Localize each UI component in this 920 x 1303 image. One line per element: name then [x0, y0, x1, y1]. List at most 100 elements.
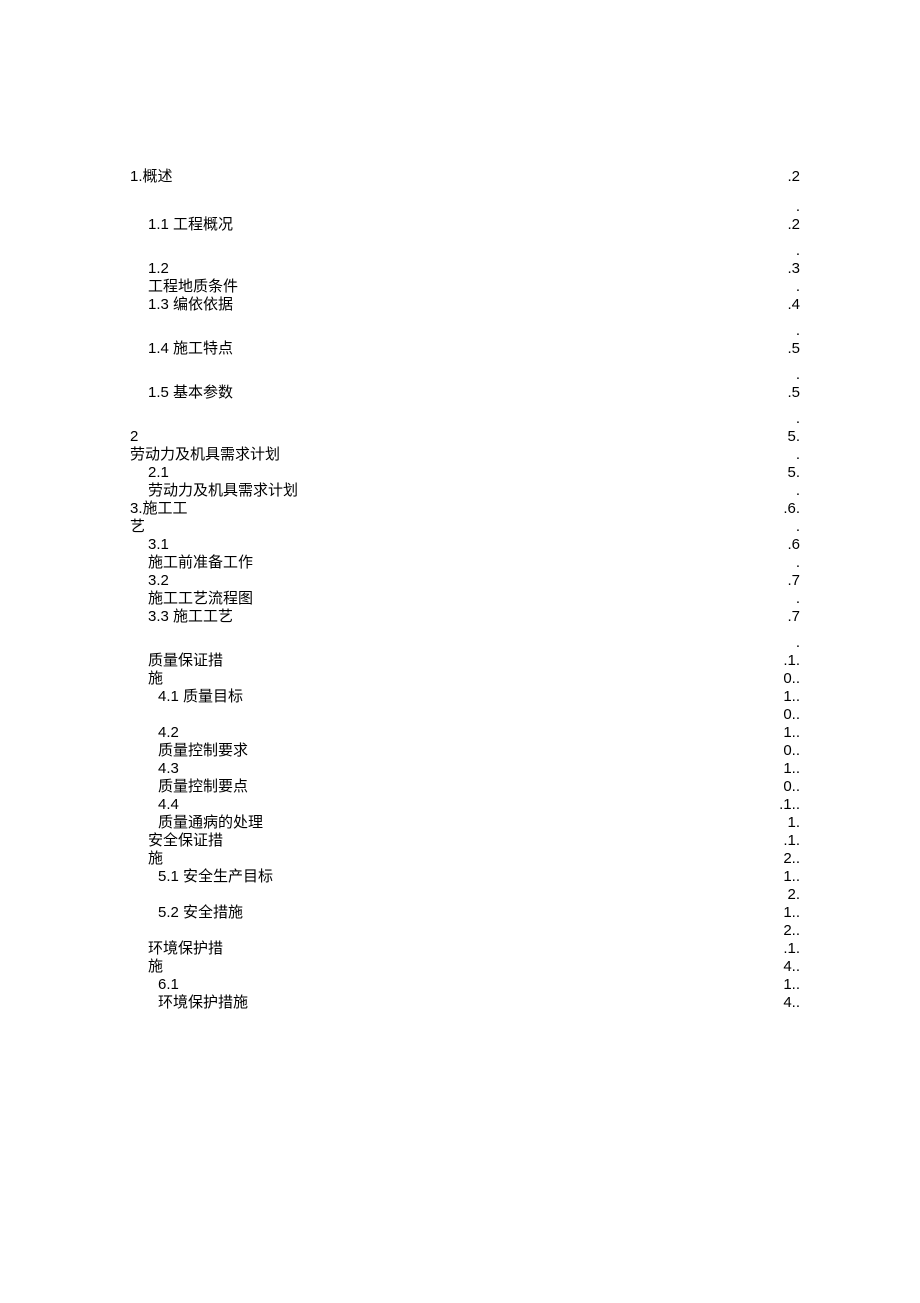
- toc-label: 施工前准备工作: [130, 554, 253, 572]
- toc-page: 4..: [760, 958, 800, 976]
- toc-label: 施: [130, 670, 163, 688]
- toc-label: 艺: [130, 518, 145, 536]
- toc-item-4-4: 4.4 .1..: [130, 796, 800, 814]
- toc-label: 工程地质条件: [130, 278, 238, 296]
- toc-page: 0..: [760, 778, 800, 796]
- toc-label: 1.5 基本参数: [130, 384, 233, 402]
- toc-label: 环境保护措: [130, 940, 223, 958]
- toc-item-1-2: 1.2 .3: [130, 260, 800, 278]
- toc-label: 环境保护措施: [130, 994, 248, 1012]
- toc-label: 劳动力及机具需求计划: [130, 482, 298, 500]
- toc-item-5-1: 5.1 安全生产目标 1..: [130, 868, 800, 886]
- toc-page: .: [760, 590, 800, 608]
- toc-item-5: 安全保证措 .1.: [130, 832, 800, 850]
- toc-label: 质量控制要求: [130, 742, 248, 760]
- toc-item-4-1: 4.1 质量目标 1..: [130, 688, 800, 706]
- toc-label: 2.1: [130, 464, 169, 482]
- toc-label: 3.施工工: [130, 500, 188, 518]
- toc-label: 质量保证措: [130, 652, 223, 670]
- toc-page: .7: [760, 608, 800, 626]
- toc-item-1-4: 1.4 施工特点 .5: [130, 340, 800, 358]
- toc-item-4-1b: 0..: [130, 706, 800, 724]
- toc-page: .: [760, 554, 800, 572]
- toc-page: 1..: [760, 904, 800, 922]
- toc-item-1-3: 1.3 编依依据 .4: [130, 296, 800, 314]
- toc-page: .: [760, 278, 800, 296]
- toc-page: .2: [760, 216, 800, 234]
- toc-item-3-1: 3.1 .6: [130, 536, 800, 554]
- toc-item-3-3: 3.3 施工工艺 .7: [130, 608, 800, 626]
- toc-dot: .: [130, 634, 800, 652]
- toc-page: .: [760, 446, 800, 464]
- toc-dot: .: [130, 410, 800, 428]
- toc-item-1: 1.概述 .2: [130, 168, 800, 186]
- toc-page: .3: [760, 260, 800, 278]
- toc-item-6-1: 6.1 1..: [130, 976, 800, 994]
- toc-item-5-1b: 2.: [130, 886, 800, 904]
- toc-item-2-1: 2.1 5.: [130, 464, 800, 482]
- toc-label: 4.1 质量目标: [130, 688, 243, 706]
- toc-label: 质量通病的处理: [130, 814, 263, 832]
- toc-page: .: [760, 410, 800, 428]
- toc-label: 1.2: [130, 260, 169, 278]
- toc-page: 2..: [760, 850, 800, 868]
- toc-page: 5.: [760, 428, 800, 446]
- toc-item-1-2b: 工程地质条件 .: [130, 278, 800, 296]
- toc-item-4-2b: 质量控制要求 0..: [130, 742, 800, 760]
- toc-item-3-2: 3.2 .7: [130, 572, 800, 590]
- toc-dot: .: [130, 242, 800, 260]
- toc-label: 施: [130, 850, 163, 868]
- toc-label: 2: [130, 428, 138, 446]
- toc-label: 4.2: [130, 724, 179, 742]
- toc-page: 1..: [760, 688, 800, 706]
- toc-dot: .: [130, 366, 800, 384]
- toc-label: 3.1: [130, 536, 169, 554]
- toc-page: 2..: [760, 922, 800, 940]
- toc-item-2b: 劳动力及机具需求计划 .: [130, 446, 800, 464]
- toc-page: .5: [760, 384, 800, 402]
- toc-item-4-4b: 质量通病的处理 1.: [130, 814, 800, 832]
- toc-page: 0..: [760, 742, 800, 760]
- toc-page: 1..: [760, 760, 800, 778]
- toc-page: 1.: [760, 814, 800, 832]
- toc-label: 5.1 安全生产目标: [130, 868, 273, 886]
- toc-label: 6.1: [130, 976, 179, 994]
- toc-item-1-5: 1.5 基本参数 .5: [130, 384, 800, 402]
- toc-item-4-3b: 质量控制要点 0..: [130, 778, 800, 796]
- toc-page: 2.: [760, 886, 800, 904]
- toc-page: .1.: [760, 652, 800, 670]
- toc-dot: .: [130, 198, 800, 216]
- toc-label: 质量控制要点: [130, 778, 248, 796]
- toc-item-3-2b: 施工工艺流程图 .: [130, 590, 800, 608]
- toc-page: .: [760, 322, 800, 340]
- toc-page: 5.: [760, 464, 800, 482]
- toc-container: 1.概述 .2 . 1.1 工程概况 .2 . 1.2 .3 工程地质条件 . …: [130, 168, 800, 1012]
- toc-label: 安全保证措: [130, 832, 223, 850]
- toc-page: .4: [760, 296, 800, 314]
- toc-page: .7: [760, 572, 800, 590]
- toc-page: .5: [760, 340, 800, 358]
- toc-page: 1..: [760, 724, 800, 742]
- toc-label: 施工工艺流程图: [130, 590, 253, 608]
- toc-page: .1..: [760, 796, 800, 814]
- toc-item-4-3: 4.3 1..: [130, 760, 800, 778]
- toc-page: .1.: [760, 940, 800, 958]
- toc-page: .: [760, 242, 800, 260]
- toc-page: 0..: [760, 670, 800, 688]
- toc-label: 1.3 编依依据: [130, 296, 233, 314]
- toc-item-5-2b: 2..: [130, 922, 800, 940]
- toc-page: 4..: [760, 994, 800, 1012]
- toc-page: 1..: [760, 868, 800, 886]
- toc-label: 3.3 施工工艺: [130, 608, 233, 626]
- toc-item-5b: 施 2..: [130, 850, 800, 868]
- toc-item-3: 3.施工工 .6.: [130, 500, 800, 518]
- toc-item-5-2: 5.2 安全措施 1..: [130, 904, 800, 922]
- toc-item-3-1b: 施工前准备工作 .: [130, 554, 800, 572]
- toc-item-4-2: 4.2 1..: [130, 724, 800, 742]
- toc-label: 4.4: [130, 796, 179, 814]
- toc-label: 5.2 安全措施: [130, 904, 243, 922]
- toc-page: .: [760, 634, 800, 652]
- toc-label: 劳动力及机具需求计划: [130, 446, 280, 464]
- toc-page: .6: [760, 536, 800, 554]
- toc-item-6: 环境保护措 .1.: [130, 940, 800, 958]
